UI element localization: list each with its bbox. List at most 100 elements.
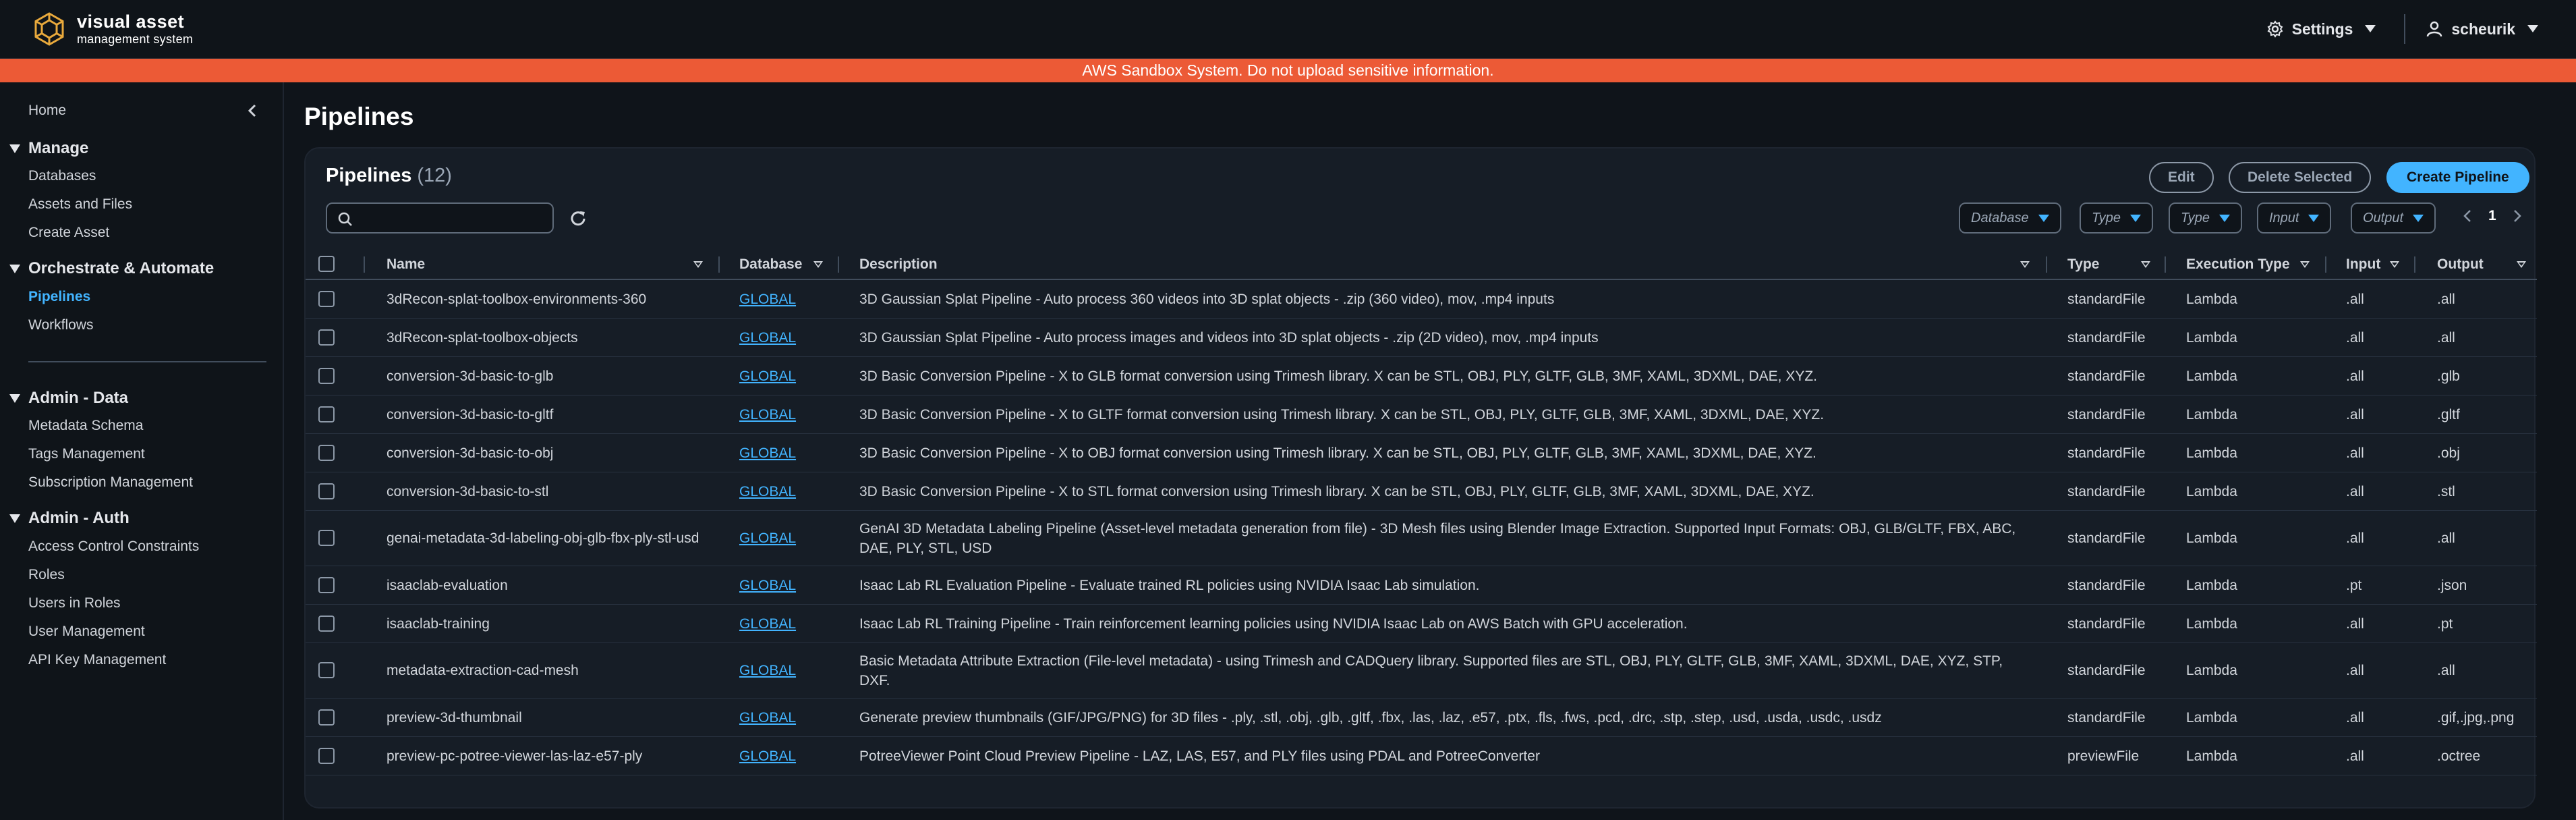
sidebar-item-assets-and-files[interactable]: Assets and Files (28, 196, 132, 213)
sidebar-item-pipelines[interactable]: Pipelines (28, 289, 90, 305)
cell-database-link[interactable]: GLOBAL (739, 708, 796, 728)
cell-description: 3D Gaussian Splat Pipeline - Auto proces… (859, 292, 1555, 307)
column-separator (838, 256, 839, 273)
sort-icon[interactable] (693, 261, 703, 268)
sidebar-item-access-control-constraints[interactable]: Access Control Constraints (28, 539, 199, 555)
filter-type-2[interactable]: Type (2169, 202, 2242, 234)
column-separator (2325, 256, 2326, 273)
cell-input: .all (2346, 530, 2364, 546)
sidebar-section-manage[interactable]: Manage (9, 139, 88, 158)
cell-database-link[interactable]: GLOBAL (739, 405, 796, 425)
sidebar-item-roles[interactable]: Roles (28, 567, 65, 583)
settings-menu-button[interactable]: Settings (2266, 20, 2384, 38)
sidebar-item-create-asset[interactable]: Create Asset (28, 225, 109, 241)
row-checkbox[interactable] (318, 530, 335, 546)
sidebar-section-admin-data[interactable]: Admin - Data (9, 389, 128, 408)
sidebar-item-api-key-management[interactable]: API Key Management (28, 652, 166, 668)
cell-database-link[interactable]: GLOBAL (739, 614, 796, 634)
sidebar-item-workflows[interactable]: Workflows (28, 317, 93, 333)
user-menu-button[interactable]: scheurik (2426, 20, 2546, 38)
cell-database-link[interactable]: GLOBAL (739, 746, 796, 766)
search-field[interactable] (326, 202, 554, 234)
table-row[interactable]: metadata-extraction-cad-mesh GLOBAL Basic … (306, 643, 2537, 699)
row-checkbox[interactable] (318, 616, 335, 632)
row-checkbox[interactable] (318, 577, 335, 593)
table-row[interactable]: conversion-3d-basic-to-gltf GLOBAL 3D Basi… (306, 395, 2537, 434)
app-logo[interactable]: visual asset management system (30, 9, 193, 49)
column-header-description[interactable]: Description (859, 248, 938, 280)
cell-name: 3dRecon-splat-toolbox-environments-360 (387, 292, 647, 307)
caret-down-icon (2308, 214, 2320, 222)
page-number[interactable]: 1 (2488, 208, 2496, 224)
row-checkbox[interactable] (318, 291, 335, 307)
cell-database-link[interactable]: GLOBAL (739, 576, 796, 595)
prev-page-icon[interactable] (2461, 209, 2473, 223)
cell-database-link[interactable]: GLOBAL (739, 661, 796, 680)
column-separator (2165, 256, 2166, 273)
table-row[interactable]: genai-metadata-3d-labeling-obj-glb-fbx-p… (306, 511, 2537, 566)
cell-database-link[interactable]: GLOBAL (739, 366, 796, 386)
sort-icon[interactable] (2141, 261, 2150, 268)
cell-database-link[interactable]: GLOBAL (739, 443, 796, 463)
filter-output[interactable]: Output (2351, 202, 2436, 234)
table-row[interactable]: isaaclab-training GLOBAL Isaac Lab RL Trai… (306, 605, 2537, 643)
row-checkbox[interactable] (318, 662, 335, 678)
row-checkbox[interactable] (318, 748, 335, 764)
row-checkbox[interactable] (318, 406, 335, 422)
filter-input[interactable]: Input (2257, 202, 2332, 234)
cell-database-link[interactable]: GLOBAL (739, 290, 796, 309)
filter-type[interactable]: Type (2080, 202, 2153, 234)
table-row[interactable]: 3dRecon-splat-toolbox-objects GLOBAL 3D Ga… (306, 319, 2537, 357)
create-pipeline-button[interactable]: Create Pipeline (2386, 162, 2529, 193)
select-all-checkbox[interactable] (318, 256, 335, 272)
table-row[interactable]: 3dRecon-splat-toolbox-environments-360 GL… (306, 280, 2537, 319)
sidebar-item-users-in-roles[interactable]: Users in Roles (28, 595, 121, 611)
sidebar-item-databases[interactable]: Databases (28, 168, 96, 184)
next-page-icon[interactable] (2511, 209, 2523, 223)
search-input[interactable] (361, 208, 543, 228)
column-header-output[interactable]: Output (2437, 248, 2484, 280)
column-header-type[interactable]: Type (2067, 248, 2099, 280)
column-header-database[interactable]: Database (739, 248, 802, 280)
table-row[interactable]: conversion-3d-basic-to-stl GLOBAL 3D Basic… (306, 472, 2537, 511)
collapse-sidebar-icon[interactable] (244, 103, 260, 119)
cell-input: .all (2346, 292, 2364, 307)
column-header-execution-type[interactable]: Execution Type (2186, 248, 2290, 280)
table-row[interactable]: preview-3d-thumbnail GLOBAL Generate previ… (306, 699, 2537, 737)
sidebar-section-admin-auth[interactable]: Admin - Auth (9, 509, 130, 528)
table-row[interactable]: preview-pc-potree-viewer-las-laz-e57-ply… (306, 737, 2537, 775)
refresh-icon[interactable] (569, 209, 588, 228)
delete-selected-button[interactable]: Delete Selected (2229, 162, 2372, 193)
cell-output: .all (2437, 663, 2455, 678)
cell-name: preview-pc-potree-viewer-las-laz-e57-ply (387, 748, 643, 764)
row-checkbox[interactable] (318, 329, 335, 346)
sort-icon[interactable] (813, 261, 823, 268)
table-row[interactable]: isaaclab-evaluation GLOBAL Isaac Lab RL Ev… (306, 566, 2537, 605)
sidebar-item-home[interactable]: Home (28, 103, 66, 119)
cell-input: .all (2346, 484, 2364, 499)
sort-icon[interactable] (2390, 261, 2399, 268)
row-checkbox[interactable] (318, 368, 335, 384)
filter-database[interactable]: Database (1959, 202, 2061, 234)
sidebar-item-subscription-management[interactable]: Subscription Management (28, 474, 193, 491)
column-header-name[interactable]: Name (387, 248, 425, 280)
sidebar-section-orchestrate[interactable]: Orchestrate & Automate (9, 259, 214, 278)
sort-icon[interactable] (2300, 261, 2310, 268)
sort-icon[interactable] (2517, 261, 2526, 268)
cell-database-link[interactable]: GLOBAL (739, 528, 796, 548)
cell-database-link[interactable]: GLOBAL (739, 482, 796, 501)
edit-button[interactable]: Edit (2149, 162, 2214, 193)
row-checkbox[interactable] (318, 445, 335, 461)
table-row[interactable]: conversion-3d-basic-to-glb GLOBAL 3D Basic… (306, 357, 2537, 395)
row-checkbox[interactable] (318, 483, 335, 499)
row-checkbox[interactable] (318, 709, 335, 726)
table-row[interactable]: conversion-3d-basic-to-obj GLOBAL 3D Basic… (306, 434, 2537, 472)
sort-icon[interactable] (2020, 261, 2030, 268)
sidebar-item-metadata-schema[interactable]: Metadata Schema (28, 418, 143, 434)
expand-triangle-icon (9, 264, 20, 273)
sidebar-item-tags-management[interactable]: Tags Management (28, 446, 145, 462)
cell-execution-type: Lambda (2186, 368, 2237, 384)
cell-database-link[interactable]: GLOBAL (739, 328, 796, 348)
sidebar-item-user-management[interactable]: User Management (28, 624, 145, 640)
column-header-input[interactable]: Input (2346, 248, 2380, 280)
